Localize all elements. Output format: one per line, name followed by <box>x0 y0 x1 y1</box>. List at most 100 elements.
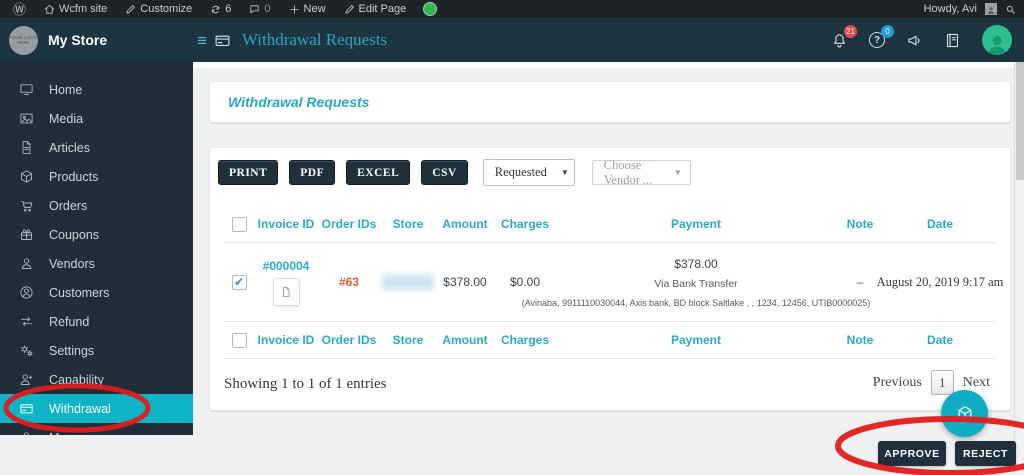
gift-icon <box>19 227 34 242</box>
withdrawal-card-icon <box>214 32 231 49</box>
col-invoice-id[interactable]: Invoice ID <box>254 217 318 231</box>
col-store: Store <box>380 333 436 347</box>
chevron-down-icon: ▼ <box>547 168 569 177</box>
select-all-checkbox-footer[interactable]: ✔ <box>232 333 247 348</box>
pdf-button[interactable]: PDF <box>289 160 335 185</box>
order-id-link[interactable]: #63 <box>318 275 380 289</box>
approve-button[interactable]: APPROVE <box>878 441 946 466</box>
updates-link[interactable]: 6 <box>203 0 238 18</box>
chevron-down-icon: ▼ <box>660 168 682 177</box>
page-scrollbar[interactable] <box>1014 62 1024 475</box>
vendor-filter-select[interactable]: Choose Vendor ... ▼ <box>592 160 691 185</box>
updates-icon <box>210 4 221 15</box>
updates-count: 6 <box>225 3 231 15</box>
search-icon[interactable] <box>1005 4 1016 15</box>
announcement-megaphone-icon[interactable] <box>906 32 923 49</box>
sidebar-item-label: Home <box>49 83 82 97</box>
reject-button[interactable]: REJECT <box>955 441 1016 466</box>
knowledgebase-book-icon[interactable] <box>944 32 961 49</box>
wp-admin-bar: Ⓦ Wcfm site Customize 6 0 New <box>0 0 1024 18</box>
menu-toggle-icon[interactable]: ≡ <box>197 32 207 49</box>
customize-pencil-icon <box>125 4 136 15</box>
sidebar-item-vendors[interactable]: Vendors <box>0 249 193 278</box>
howdy-label[interactable]: Howdy, Avi <box>924 3 977 15</box>
previous-page-button[interactable]: Previous <box>869 375 926 391</box>
comments-count: 0 <box>264 3 270 15</box>
col-note[interactable]: Note <box>836 217 884 231</box>
col-amount[interactable]: Amount <box>436 217 494 231</box>
sidebar-item-orders[interactable]: Orders <box>0 191 193 220</box>
sidebar-item-media[interactable]: Media <box>0 104 193 133</box>
excel-button[interactable]: EXCEL <box>346 160 410 185</box>
help-badge: 0 <box>881 25 894 38</box>
sidebar-item-products[interactable]: Products <box>0 162 193 191</box>
sidebar-item-withdrawal[interactable]: Withdrawal <box>0 394 193 423</box>
media-image-icon <box>19 111 34 126</box>
next-page-button[interactable]: Next <box>959 375 994 391</box>
csv-button[interactable]: CSV <box>421 160 468 185</box>
sidebar-item-managers[interactable]: Managers <box>0 423 193 435</box>
wcfm-plugin-icon[interactable] <box>423 2 437 16</box>
heading-card: Withdrawal Requests <box>210 82 1010 122</box>
row-checkbox[interactable]: ✔ <box>232 275 247 290</box>
vendor-filter-placeholder: Choose Vendor ... <box>604 158 660 188</box>
col-charges[interactable]: Charges <box>494 217 556 231</box>
page-title: Withdrawal Requests <box>242 30 831 50</box>
col-payment[interactable]: Payment <box>556 217 836 231</box>
capability-person-icon <box>19 372 34 387</box>
sidebar-item-label: Customers <box>49 286 109 300</box>
invoice-id-link[interactable]: #000004 <box>254 259 318 273</box>
support-fab-button[interactable] <box>941 390 988 437</box>
site-name-link[interactable]: Wcfm site <box>37 0 114 18</box>
comments-link[interactable]: 0 <box>242 0 277 18</box>
document-icon <box>280 286 292 298</box>
store-name: My Store <box>48 32 107 48</box>
content-top-strip <box>193 62 1014 68</box>
sidebar-item-coupons[interactable]: Coupons <box>0 220 193 249</box>
notifications-badge: 21 <box>844 25 857 38</box>
sidebar-item-label: Media <box>49 112 83 126</box>
col-date[interactable]: Date <box>884 217 996 231</box>
sidebar-item-customers[interactable]: Customers <box>0 278 193 307</box>
edit-pencil-icon <box>344 4 355 15</box>
edit-page-link[interactable]: Edit Page <box>337 0 414 18</box>
sidebar-item-home[interactable]: Home <box>0 75 193 104</box>
col-store[interactable]: Store <box>380 217 436 231</box>
payment-cell: $378.00 Via Bank Transfer (Avinaba, 9911… <box>556 257 836 308</box>
admin-avatar[interactable] <box>985 3 997 15</box>
showing-entries-text: Showing 1 to 1 of 1 entries <box>224 376 387 393</box>
manager-person-icon <box>19 430 34 435</box>
invoice-pdf-button[interactable] <box>273 278 300 306</box>
page-number-button[interactable]: 1 <box>931 370 954 395</box>
scrollbar-thumb[interactable] <box>1016 62 1024 180</box>
table-row: ✔ #000004 #63 $378.00 $0.00 $378.00 Via … <box>224 243 996 322</box>
wcfm-withdrawal-page: Ⓦ Wcfm site Customize 6 0 New <box>0 0 1024 475</box>
col-order-ids: Order IDs <box>318 333 380 347</box>
payment-amount: $378.00 <box>556 257 836 271</box>
print-button[interactable]: PRINT <box>218 160 278 185</box>
col-order-ids[interactable]: Order IDs <box>318 217 380 231</box>
status-filter-select[interactable]: Requested ▼ <box>483 159 575 186</box>
plus-icon <box>289 4 300 15</box>
col-charges: Charges <box>494 333 556 347</box>
help-icon[interactable]: ? 0 <box>869 32 885 48</box>
comments-bubble-icon <box>249 4 260 15</box>
sidebar-item-articles[interactable]: Articles <box>0 133 193 162</box>
select-all-checkbox[interactable]: ✔ <box>232 217 247 232</box>
wp-logo-menu[interactable]: Ⓦ <box>6 0 33 18</box>
store-brand[interactable]: YOUR LOGO HERE My Store <box>0 26 193 55</box>
notifications-bell-icon[interactable]: 21 <box>831 32 848 49</box>
customize-link[interactable]: Customize <box>118 0 199 18</box>
product-box-icon <box>19 169 34 184</box>
sidebar-item-capability[interactable]: Capability <box>0 365 193 394</box>
cube-icon <box>955 404 975 424</box>
col-payment: Payment <box>556 333 836 347</box>
sidebar-item-refund[interactable]: Refund <box>0 307 193 336</box>
sidebar-item-settings[interactable]: Settings <box>0 336 193 365</box>
sidebar-item-label: Managers <box>49 431 105 436</box>
user-avatar[interactable] <box>982 25 1012 55</box>
withdrawal-requests-heading: Withdrawal Requests <box>210 82 1010 122</box>
new-content-link[interactable]: New <box>282 0 333 18</box>
export-toolbar: PRINT PDF EXCEL CSV Requested ▼ Choose V… <box>218 159 691 186</box>
sidebar-item-label: Settings <box>49 344 94 358</box>
